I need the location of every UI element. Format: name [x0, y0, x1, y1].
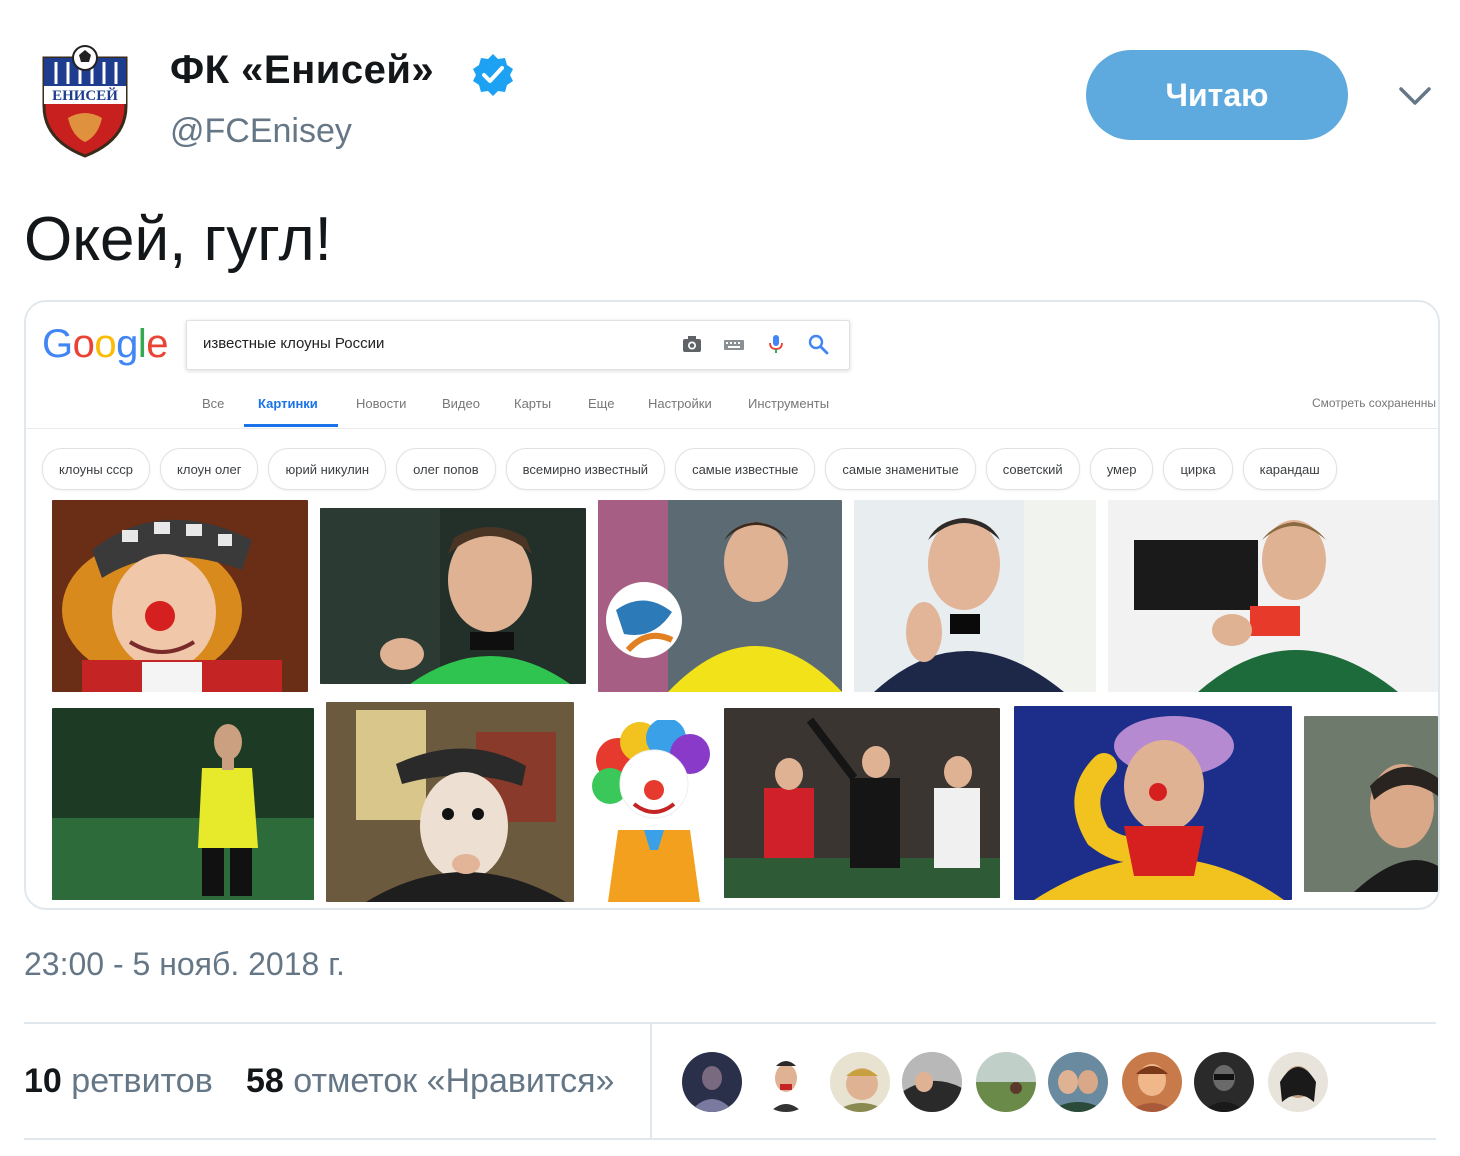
google-search-query: известные клоуны России — [203, 335, 385, 352]
stats-separator — [650, 1024, 652, 1138]
search-icon[interactable] — [807, 333, 829, 355]
tab-maps[interactable]: Карты — [514, 396, 551, 411]
google-tabs-bar: Все Картинки Новости Видео Карты Еще Нас… — [26, 380, 1438, 429]
following-button[interactable]: Читаю — [1086, 50, 1348, 140]
account-display-name[interactable]: ФК «Енисей» — [170, 48, 434, 93]
logo-wordmark: ЕНИСЕЙ — [52, 88, 118, 104]
liker-avatar[interactable] — [830, 1052, 890, 1112]
likes-stat[interactable]: 58 отметок «Нравится» — [246, 1062, 614, 1101]
tweet-media-image[interactable]: Google известные клоуны России Все Карти… — [24, 300, 1440, 910]
chip[interactable]: карандаш — [1242, 448, 1337, 490]
chip[interactable]: цирка — [1163, 448, 1233, 490]
image-result-referee-5[interactable] — [52, 708, 314, 900]
retweets-stat[interactable]: 10 ретвитов — [24, 1062, 213, 1101]
tab-tools[interactable]: Инструменты — [748, 396, 829, 411]
liker-avatar[interactable] — [756, 1052, 816, 1112]
tab-more[interactable]: Еще — [588, 396, 614, 411]
chip[interactable]: самые известные — [675, 448, 816, 490]
chip[interactable]: советский — [985, 448, 1080, 490]
liker-avatar[interactable] — [1194, 1052, 1254, 1112]
image-result-referee-1[interactable] — [320, 508, 586, 684]
divider-bottom — [24, 1138, 1436, 1140]
liker-avatar[interactable] — [1268, 1052, 1328, 1112]
image-result-clown-phone[interactable] — [1014, 706, 1292, 900]
chip[interactable]: всемирно известный — [505, 448, 666, 490]
tweet-timestamp[interactable]: 23:00 - 5 нояб. 2018 г. — [24, 946, 345, 983]
retweets-label: ретвитов — [71, 1062, 213, 1100]
image-result-clown-portrait[interactable] — [52, 500, 308, 692]
account-logo[interactable]: ЕНИСЕЙ — [38, 44, 132, 158]
retweets-count: 10 — [24, 1062, 62, 1100]
google-logo-letter: G — [42, 322, 73, 366]
liker-avatar[interactable] — [1048, 1052, 1108, 1112]
image-result-referee-6[interactable] — [724, 708, 1000, 898]
image-result-referee-4[interactable] — [1108, 500, 1438, 692]
chip[interactable]: умер — [1089, 448, 1154, 490]
tab-settings[interactable]: Настройки — [648, 396, 712, 411]
google-logo-letter: e — [146, 322, 169, 366]
chip[interactable]: самые знаменитые — [825, 448, 976, 490]
chip[interactable]: клоун олег — [160, 448, 259, 490]
image-result-referee-7[interactable] — [1304, 716, 1438, 892]
chevron-down-icon[interactable] — [1398, 84, 1432, 108]
chip[interactable]: юрий никулин — [268, 448, 387, 490]
google-logo: Google — [42, 322, 169, 367]
liker-avatar[interactable] — [976, 1052, 1036, 1112]
tab-video[interactable]: Видео — [442, 396, 480, 411]
liker-avatar[interactable] — [1122, 1052, 1182, 1112]
chip[interactable]: клоуны ссср — [42, 448, 151, 490]
image-result-clown-nikulin[interactable] — [326, 702, 574, 902]
account-handle[interactable]: @FCEnisey — [170, 112, 352, 151]
verified-badge-icon — [470, 52, 516, 98]
image-result-referee-2[interactable] — [598, 500, 842, 692]
tab-images[interactable]: Картинки — [258, 396, 318, 411]
google-logo-letter: o — [72, 322, 95, 366]
saved-images-link[interactable]: Смотреть сохраненны — [1312, 396, 1436, 410]
chip[interactable]: олег попов — [396, 448, 496, 490]
google-search-box[interactable]: известные клоуны России — [186, 320, 850, 370]
related-search-chips: клоуны ссср клоун олег юрий никулин олег… — [42, 448, 1337, 492]
tab-all[interactable]: Все — [202, 396, 224, 411]
camera-icon[interactable] — [681, 333, 703, 355]
image-result-referee-3[interactable] — [854, 500, 1096, 692]
tab-news[interactable]: Новости — [356, 396, 406, 411]
google-logo-letter: g — [116, 322, 138, 366]
tweet-text: Окей, гугл! — [24, 205, 332, 274]
microphone-icon[interactable] — [765, 333, 787, 355]
likes-count: 58 — [246, 1062, 284, 1100]
active-tab-underline — [244, 424, 338, 427]
liker-avatar[interactable] — [902, 1052, 962, 1112]
keyboard-icon[interactable] — [723, 333, 745, 355]
google-logo-letter: o — [94, 322, 117, 366]
liker-avatar[interactable] — [682, 1052, 742, 1112]
likes-label: отметок «Нравится» — [293, 1062, 615, 1100]
divider-top — [24, 1022, 1436, 1024]
image-result-cartoon-clown[interactable] — [588, 720, 718, 902]
google-logo-letter: l — [137, 322, 147, 366]
